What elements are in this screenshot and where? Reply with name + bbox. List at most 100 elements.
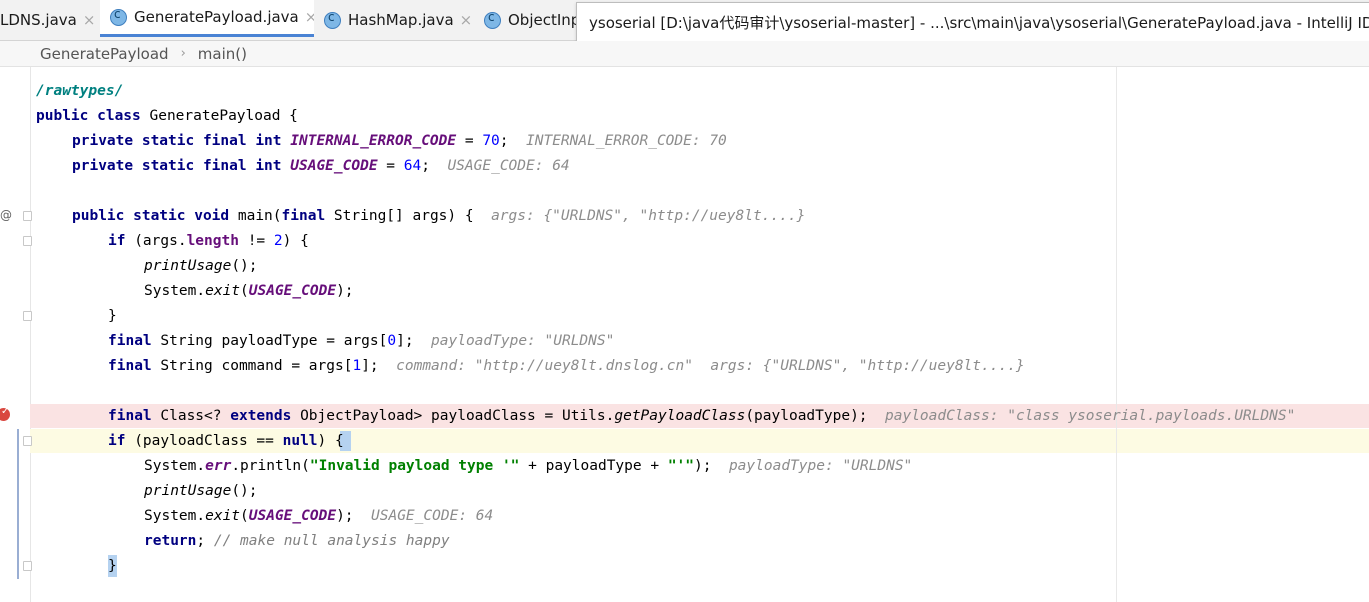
code-line[interactable]: return; // make null analysis happy (144, 529, 450, 554)
fold-icon[interactable] (23, 436, 32, 446)
code-token: ); (336, 283, 354, 299)
inline-debug-value: payloadType: "URLDNS" (431, 333, 615, 349)
tab-objectinput[interactable]: ObjectInp (476, 0, 576, 40)
code-token: ); (694, 458, 712, 474)
code-token: null (282, 433, 318, 449)
code-token: (payloadType); (745, 408, 868, 424)
code-line[interactable]: if (args.length != 2) { (108, 229, 309, 254)
close-icon[interactable]: × (305, 8, 314, 26)
code-line[interactable]: final String payloadType = args[0]; payl… (108, 329, 614, 354)
code-token: ObjectPayload> payloadClass = Utils. (291, 408, 615, 424)
inline-debug-value: payloadClass: "class ysoserial.payloads.… (885, 408, 1296, 424)
code-line[interactable]: public class GeneratePayload { (36, 104, 298, 129)
code-token: 2 (273, 233, 283, 249)
code-line[interactable]: final String command = args[1]; command:… (108, 354, 1025, 379)
code-token: 1 (352, 358, 362, 374)
inline-debug-value: command: "http://uey8lt.dnslog.cn" args:… (396, 358, 1025, 374)
code-token: ( (240, 508, 249, 524)
class-icon (110, 7, 127, 26)
code-line[interactable]: System.err.println("Invalid payload type… (144, 454, 912, 479)
code-token: { (335, 433, 344, 449)
code-token: String payloadType = args[ (151, 333, 388, 349)
inline-debug-value: INTERNAL_ERROR_CODE: 70 (526, 133, 727, 149)
code-token: ]; (361, 358, 379, 374)
code-token: String[] args) { (325, 208, 483, 224)
code-token: ( (240, 283, 249, 299)
code-token: (); (231, 258, 258, 274)
code-token: main( (229, 208, 282, 224)
tab-hashmap[interactable]: HashMap.java × (316, 0, 474, 40)
code-token: ; (421, 158, 430, 174)
code-token: } (108, 558, 117, 574)
code-token: public class (36, 108, 141, 124)
code-line[interactable]: printUsage(); (144, 479, 258, 504)
inline-debug-value: args: {"URLDNS", "http://uey8lt....} (491, 208, 806, 224)
code-line[interactable]: /rawtypes/ (36, 79, 123, 104)
inline-debug-value: payloadType: "URLDNS" (728, 458, 913, 474)
code-line[interactable]: public static void main(final String[] a… (72, 204, 805, 229)
code-token: if (108, 233, 126, 249)
close-icon[interactable]: × (460, 11, 473, 29)
fold-icon[interactable] (23, 311, 32, 321)
code-line[interactable]: System.exit(USAGE_CODE); USAGE_CODE: 64 (144, 504, 493, 529)
code-token: ); (336, 508, 354, 524)
code-token: printUsage (144, 258, 232, 274)
code-token: Class<? (151, 408, 231, 424)
code-token: USAGE_CODE (290, 158, 378, 174)
code-token: "Invalid payload type '" (309, 458, 520, 474)
breadcrumb: GeneratePayload › main() (0, 41, 1369, 67)
code-line[interactable]: } (108, 304, 117, 329)
code-token: INTERNAL_ERROR_CODE (290, 133, 457, 149)
code-comment: // make null analysis happy (213, 533, 450, 549)
editor-gutter[interactable] (0, 67, 31, 602)
code-token: ) { (282, 233, 309, 249)
breadcrumb-separator: › (180, 46, 186, 61)
tab-urldns[interactable]: LDNS.java × (0, 0, 98, 40)
right-margin-guide (1116, 67, 1117, 602)
code-token: private static final int (72, 158, 282, 174)
code-line[interactable]: private static final int USAGE_CODE = 64… (72, 154, 570, 179)
code-token: private static final int (72, 133, 282, 149)
code-token: extends (230, 408, 292, 424)
code-line[interactable]: } (108, 554, 117, 579)
code-token: printUsage (144, 483, 232, 499)
inline-debug-value: USAGE_CODE: 64 (447, 158, 570, 174)
code-token: + payloadType + (519, 458, 668, 474)
code-token: 64 (403, 158, 422, 174)
breadcrumb-class[interactable]: GeneratePayload (40, 45, 169, 63)
tab-label: ObjectInp (508, 11, 576, 29)
code-token: ; (499, 133, 509, 149)
code-token: GeneratePayload { (140, 108, 298, 124)
fold-icon[interactable] (23, 236, 32, 246)
close-icon[interactable]: × (83, 11, 96, 29)
fold-icon[interactable] (23, 211, 32, 221)
window-title-tooltip: ysoserial [D:\java代码审计\ysoserial-master]… (576, 2, 1369, 42)
code-line-breakpoint[interactable]: final Class<? extends ObjectPayload> pay… (108, 404, 1295, 429)
class-icon (484, 10, 501, 29)
code-token: ]; (396, 333, 414, 349)
code-token: err (205, 458, 232, 474)
code-line[interactable]: printUsage(); (144, 254, 258, 279)
code-token: System. (144, 283, 206, 299)
tab-generatepayload[interactable]: GeneratePayload.java × (100, 0, 314, 37)
tab-label: GeneratePayload.java (134, 8, 299, 26)
breadcrumb-method[interactable]: main() (198, 45, 247, 63)
fold-icon[interactable] (23, 561, 32, 571)
tab-label: LDNS.java (0, 11, 77, 29)
code-token: "'" (667, 458, 695, 474)
code-token: exit (205, 508, 241, 524)
code-token: final (108, 333, 152, 349)
override-gutter-icon[interactable]: @ (0, 208, 12, 222)
code-token: exit (205, 283, 241, 299)
code-token: length (186, 233, 239, 249)
code-token: System. (144, 508, 206, 524)
code-line-current[interactable]: if (payloadClass == null) { (108, 429, 344, 454)
code-line[interactable]: private static final int INTERNAL_ERROR_… (72, 129, 727, 154)
code-token: (payloadClass == (125, 433, 283, 449)
code-token: return (144, 533, 197, 549)
code-token: (); (231, 483, 258, 499)
code-token: } (108, 308, 117, 324)
code-token: ) (317, 433, 335, 449)
code-line[interactable]: System.exit(USAGE_CODE); (144, 279, 354, 304)
code-token: = (456, 133, 483, 149)
